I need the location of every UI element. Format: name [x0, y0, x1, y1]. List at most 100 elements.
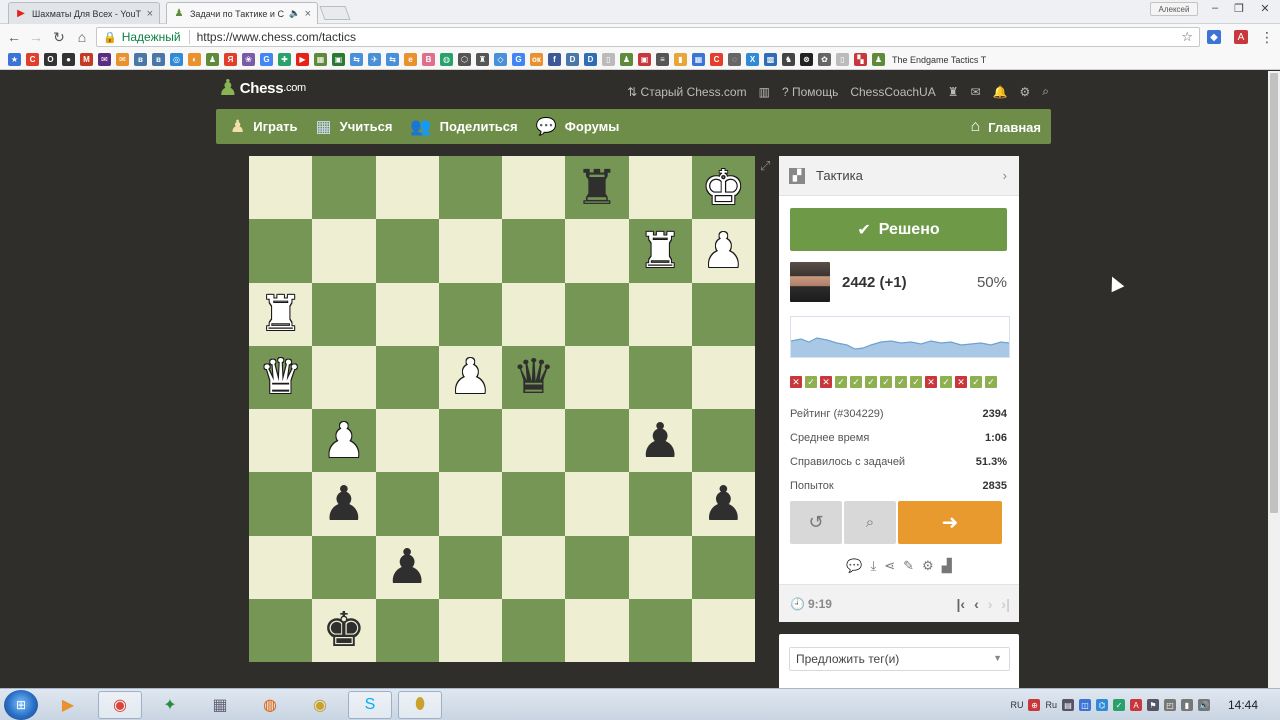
board-square[interactable]: ♛ — [502, 345, 566, 409]
board-square[interactable] — [565, 282, 629, 346]
board-square[interactable] — [312, 535, 376, 599]
first-move-icon[interactable]: |‹ — [956, 596, 965, 612]
bookmark-icon[interactable]: C — [26, 53, 39, 66]
board-square[interactable] — [249, 219, 313, 283]
bookmark-icon[interactable]: ✿ — [818, 53, 831, 66]
board-square[interactable] — [628, 598, 692, 662]
prev-move-icon[interactable]: ‹ — [974, 596, 979, 612]
board-square[interactable] — [312, 219, 376, 283]
mail-icon[interactable]: ✉ — [970, 85, 980, 99]
board-square[interactable] — [312, 345, 376, 409]
url-input[interactable]: 🔒 Надежный https://www.chess.com/tactics… — [96, 27, 1200, 47]
bookmark-icon[interactable]: ▩ — [764, 53, 777, 66]
board-square[interactable] — [438, 598, 502, 662]
board-square[interactable]: ♟ — [628, 409, 692, 473]
board-square[interactable] — [502, 219, 566, 283]
bookmark-icon[interactable]: G — [512, 53, 525, 66]
next-move-icon[interactable]: › — [988, 596, 993, 612]
panel-header[interactable]: ▞ Тактика › — [779, 156, 1019, 196]
bookmark-icon[interactable]: ▮ — [674, 53, 687, 66]
board-square[interactable] — [691, 598, 755, 662]
bookmark-icon[interactable]: ♟ — [620, 53, 633, 66]
bookmark-icon[interactable]: ▚ — [854, 53, 867, 66]
board-square[interactable] — [565, 472, 629, 536]
bookmark-icon[interactable]: X — [746, 53, 759, 66]
tray-icon[interactable]: ◫ — [1079, 699, 1091, 711]
result-wrong-icon[interactable]: ✕ — [925, 376, 937, 388]
board-square[interactable]: ♟ — [375, 535, 439, 599]
tray-icon[interactable]: A — [1130, 699, 1142, 711]
keyboard-layout[interactable]: Ru — [1045, 700, 1057, 710]
result-correct-icon[interactable]: ✓ — [880, 376, 892, 388]
board-square[interactable]: ♜ — [565, 156, 629, 220]
board-square[interactable] — [438, 156, 502, 220]
board-square[interactable]: ♚ — [312, 598, 376, 662]
board-square[interactable]: ♟ — [312, 409, 376, 473]
result-correct-icon[interactable]: ✓ — [970, 376, 982, 388]
bookmark-icon[interactable]: ▣ — [332, 53, 345, 66]
bookmark-icon[interactable]: ♟ — [206, 53, 219, 66]
board-square[interactable]: ♟ — [691, 472, 755, 536]
scrollbar-thumb[interactable] — [1270, 73, 1278, 513]
board-square[interactable]: ♟ — [438, 345, 502, 409]
board-square[interactable] — [502, 472, 566, 536]
calculator-icon[interactable]: ▦ — [198, 691, 242, 719]
tag-icon[interactable]: ✎ — [903, 558, 914, 574]
board-square[interactable] — [502, 156, 566, 220]
tray-icon[interactable]: ✓ — [1113, 699, 1125, 711]
bookmark-icon[interactable]: ♞ — [782, 53, 795, 66]
volume-icon[interactable]: 🔊 — [1198, 699, 1210, 711]
board-square[interactable] — [628, 282, 692, 346]
board-square[interactable] — [249, 472, 313, 536]
bookmark-icon[interactable]: ◇ — [494, 53, 507, 66]
black-pawn-piece[interactable]: ♟ — [702, 480, 745, 528]
taskbar-clock[interactable]: 14:44 — [1228, 698, 1258, 712]
board-square[interactable] — [691, 345, 755, 409]
chessbase12-icon[interactable]: ⬮ — [398, 691, 442, 719]
next-puzzle-button[interactable]: ➜ — [898, 501, 1002, 544]
nav-home[interactable]: ⌂ Главная — [970, 118, 1041, 136]
new-tab-button[interactable] — [319, 6, 351, 20]
reload-button[interactable]: ↻ — [50, 28, 68, 46]
trophy-icon[interactable]: ♜ — [948, 85, 959, 99]
username-link[interactable]: ChessCoachUA — [850, 85, 935, 99]
board-square[interactable] — [565, 409, 629, 473]
profile-button[interactable]: Алексей — [1150, 2, 1198, 16]
board-square[interactable] — [502, 598, 566, 662]
bookmark-icon[interactable]: ✉ — [98, 53, 111, 66]
black-rook-piece[interactable]: ♜ — [575, 164, 618, 212]
minimize-button[interactable]: – — [1202, 0, 1228, 16]
download-icon[interactable]: ⤓ — [870, 558, 876, 574]
board-square[interactable] — [375, 598, 439, 662]
bookmark-star-icon[interactable]: ☆ — [1181, 29, 1193, 45]
white-king-piece[interactable]: ♚ — [702, 164, 745, 212]
bookmark-icon[interactable]: ◍ — [440, 53, 453, 66]
board-square[interactable] — [628, 345, 692, 409]
board-square[interactable] — [312, 282, 376, 346]
board-square[interactable] — [565, 345, 629, 409]
gear-icon[interactable]: ⚙ — [922, 558, 934, 574]
chess-board[interactable]: ♜ ♚ ♜ ♟ ♜ ♛ ♟ ♛ ♟ ♟ ♟ ♟ ♟ ♚ — [249, 156, 755, 662]
bookmark-icon[interactable]: ▣ — [638, 53, 651, 66]
speaker-icon[interactable]: 🔈 — [289, 8, 300, 19]
result-correct-icon[interactable]: ✓ — [985, 376, 997, 388]
language-indicator[interactable]: RU — [1010, 700, 1023, 710]
result-correct-icon[interactable]: ✓ — [865, 376, 877, 388]
board-square[interactable] — [691, 409, 755, 473]
bookmark-icon[interactable]: ▯ — [836, 53, 849, 66]
old-chess-link[interactable]: ⇅ Старый Chess.com — [627, 85, 746, 99]
board-square[interactable]: ♚ — [691, 156, 755, 220]
board-square[interactable] — [375, 156, 439, 220]
board-square[interactable] — [691, 282, 755, 346]
bookmark-icon[interactable]: e — [404, 53, 417, 66]
start-button[interactable]: ⊞ — [4, 690, 38, 720]
avatar[interactable] — [790, 262, 830, 302]
board-square[interactable] — [375, 472, 439, 536]
bookmark-icon[interactable]: ★ — [8, 53, 21, 66]
bookmark-icon[interactable]: f — [548, 53, 561, 66]
board-square[interactable]: ♜ — [628, 219, 692, 283]
extension-icon[interactable]: ◆ — [1207, 30, 1221, 44]
bookmark-icon[interactable]: в — [134, 53, 147, 66]
result-correct-icon[interactable]: ✓ — [835, 376, 847, 388]
white-pawn-piece[interactable]: ♟ — [449, 353, 492, 401]
